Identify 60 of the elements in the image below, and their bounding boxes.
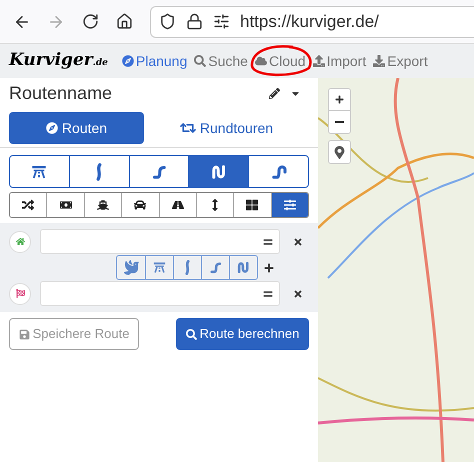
- car-icon: [134, 199, 146, 211]
- url-text: https://kurviger.de/: [240, 10, 379, 33]
- curvy-road-icon: [270, 162, 288, 180]
- mode-tab[interactable]: Routen: [9, 112, 144, 144]
- close-icon: [293, 236, 303, 246]
- address-bar[interactable]: https://kurviger.de/: [150, 6, 474, 38]
- close-icon: [293, 288, 303, 298]
- curviness-option[interactable]: [188, 156, 248, 187]
- compass-icon: [122, 55, 134, 67]
- road-icon: [172, 199, 184, 211]
- nav-link[interactable]: Planung: [122, 50, 188, 72]
- highway-icon: [152, 260, 167, 275]
- option-toggle[interactable]: [270, 193, 308, 217]
- remove-button[interactable]: [293, 288, 303, 298]
- plus-icon: [264, 262, 274, 272]
- logo[interactable]: Kurviger.de: [9, 48, 108, 74]
- banknote-icon: [60, 199, 72, 211]
- nav-link[interactable]: Export: [373, 50, 428, 72]
- waypoint-input[interactable]: [40, 229, 280, 254]
- nav-link[interactable]: Suche: [194, 50, 248, 72]
- curvy-road-icon: [236, 260, 251, 275]
- mode-tab[interactable]: Rundtouren: [159, 112, 294, 144]
- drag-handle-icon: [263, 288, 273, 298]
- edit-button[interactable]: [269, 88, 280, 98]
- reload-icon: [82, 13, 98, 30]
- curvy-road-icon: [184, 260, 191, 275]
- download-icon: [373, 55, 386, 67]
- loop-arrows-icon: [180, 120, 196, 136]
- search-icon: [194, 55, 206, 67]
- ship-icon: [96, 199, 109, 211]
- curvy-road-icon: [208, 260, 223, 275]
- nav-link[interactable]: Cloud: [254, 50, 306, 72]
- nav-link[interactable]: Import: [312, 50, 366, 72]
- pencil-icon: [269, 88, 280, 98]
- sliders-icon: [284, 199, 296, 211]
- location-pin-icon: [333, 146, 346, 158]
- search-icon: [186, 328, 197, 340]
- shield-icon: [159, 13, 176, 30]
- cloud-icon: [254, 55, 267, 67]
- bird-icon: [124, 260, 138, 275]
- checkered-flag-icon: [16, 289, 24, 298]
- permissions-icon: [213, 13, 230, 30]
- lock-icon: [186, 13, 203, 30]
- home-icon: [16, 237, 24, 246]
- add-waypoint-button[interactable]: [264, 262, 274, 272]
- home-icon: [116, 13, 132, 30]
- curvy-road-icon: [210, 162, 228, 180]
- minus-icon: [335, 121, 344, 123]
- locate-button[interactable]: [328, 140, 351, 164]
- route-name: Routenname: [9, 82, 114, 104]
- waypoint-input[interactable]: [40, 281, 280, 306]
- floppy-icon: [18, 328, 30, 340]
- calculate-route-button[interactable]: Route berechnen: [176, 318, 309, 350]
- shuffle-icon: [22, 199, 34, 211]
- remove-button[interactable]: [293, 236, 303, 246]
- plus-icon: [335, 95, 344, 104]
- compass-icon: [46, 122, 58, 134]
- curvy-road-icon: [95, 162, 104, 180]
- upload-icon: [312, 55, 325, 67]
- drag-handle-icon: [263, 236, 273, 246]
